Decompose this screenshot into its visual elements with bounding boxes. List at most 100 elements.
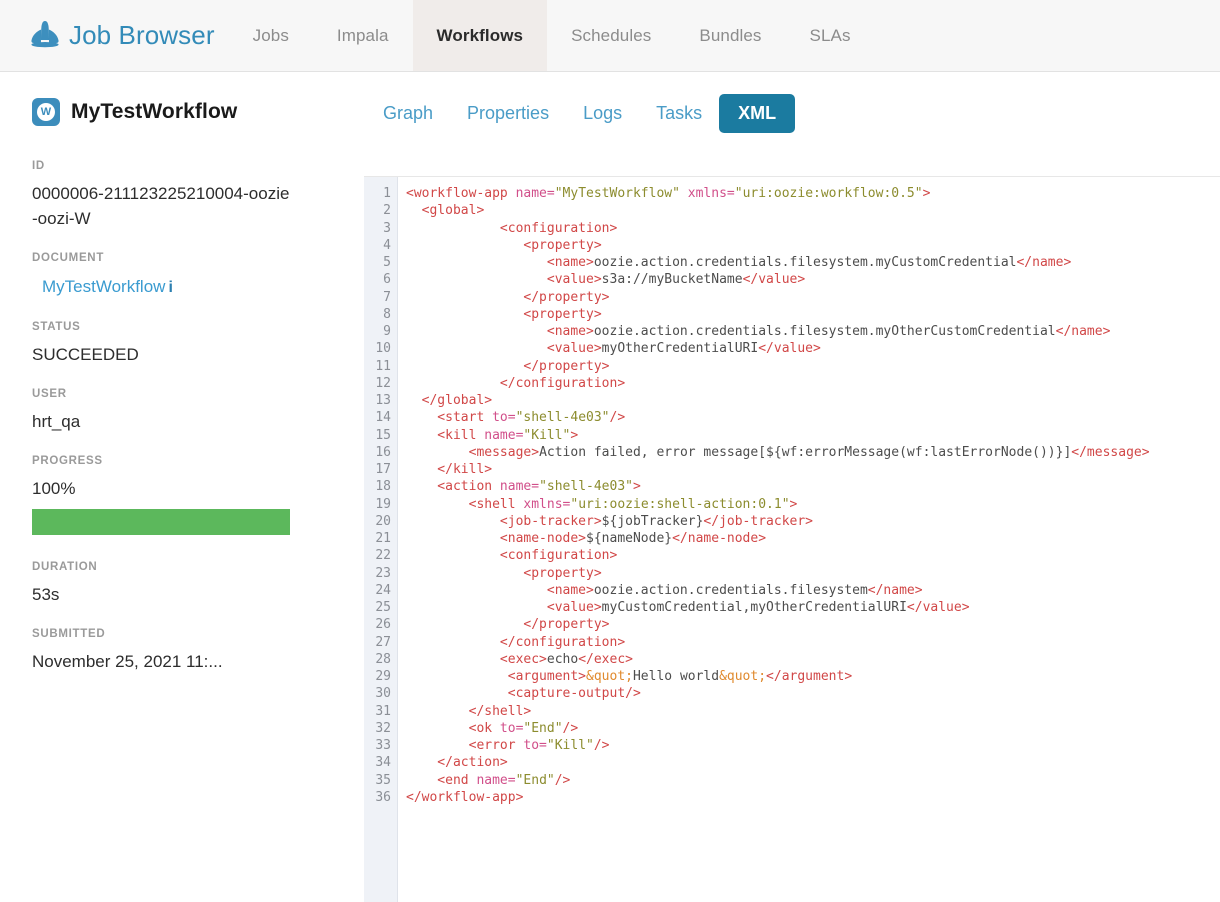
xml-code-viewer[interactable]: 1234567891011121314151617181920212223242…	[364, 176, 1220, 902]
code-line: <capture-output/>	[406, 685, 1220, 702]
code-token: <exec>	[406, 652, 547, 667]
code-token: <name>	[406, 583, 594, 598]
code-line: <action name="shell-4e03">	[406, 478, 1220, 495]
code-token: name=	[476, 773, 515, 788]
line-number: 13	[364, 392, 397, 409]
field-duration: DURATION 53s	[32, 561, 352, 607]
code-line: </kill>	[406, 461, 1220, 478]
code-token: oozie.action.credentials.filesystem.myCu…	[594, 255, 1017, 270]
code-token: Hello world	[633, 669, 719, 684]
code-line: </property>	[406, 358, 1220, 375]
code-token: </name>	[1056, 324, 1111, 339]
code-token: "uri:oozie:shell-action:0.1"	[570, 497, 789, 512]
line-number-gutter: 1234567891011121314151617181920212223242…	[364, 177, 398, 902]
tab-xml[interactable]: XML	[719, 94, 795, 133]
code-token: <start	[406, 410, 492, 425]
code-token: to=	[523, 738, 546, 753]
line-number: 17	[364, 461, 397, 478]
code-token: </value>	[907, 600, 970, 615]
nav-tab-bundles[interactable]: Bundles	[675, 0, 785, 71]
code-token: </name>	[868, 583, 923, 598]
code-token: ${nameNode}	[586, 531, 672, 546]
tab-graph[interactable]: Graph	[366, 95, 450, 132]
code-token: Action failed, error message[${wf:errorM…	[539, 445, 1071, 460]
tab-logs[interactable]: Logs	[566, 95, 639, 132]
code-token: <argument>	[406, 669, 586, 684]
code-token: &quot;	[719, 669, 766, 684]
line-number: 5	[364, 254, 397, 271]
code-token: </property>	[406, 359, 610, 374]
tab-properties[interactable]: Properties	[450, 95, 566, 132]
line-number: 1	[364, 185, 397, 202]
code-token: xmlns=	[523, 497, 570, 512]
code-token: />	[563, 721, 579, 736]
line-number: 3	[364, 220, 397, 237]
code-token: <message>	[406, 445, 539, 460]
code-line: <name>oozie.action.credentials.filesyste…	[406, 254, 1220, 271]
nav-tab-slas[interactable]: SLAs	[786, 0, 875, 71]
line-number: 24	[364, 582, 397, 599]
code-token: myCustomCredential,myOtherCredentialURI	[602, 600, 907, 615]
code-token: <shell	[406, 497, 523, 512]
code-token: <job-tracker>	[406, 514, 602, 529]
code-token: <name-node>	[406, 531, 586, 546]
code-line: <configuration>	[406, 220, 1220, 237]
line-number: 22	[364, 547, 397, 564]
line-number: 20	[364, 513, 397, 530]
code-token: to=	[500, 721, 523, 736]
code-token: ${jobTracker}	[602, 514, 704, 529]
code-token: </property>	[406, 290, 610, 305]
code-token: >	[923, 186, 931, 201]
code-line: <start to="shell-4e03"/>	[406, 409, 1220, 426]
line-number: 7	[364, 289, 397, 306]
brand-title: Job Browser	[69, 20, 215, 51]
line-number: 18	[364, 478, 397, 495]
code-line: <configuration>	[406, 547, 1220, 564]
nav-tab-schedules[interactable]: Schedules	[547, 0, 675, 71]
line-number: 36	[364, 789, 397, 806]
progress-value: 100%	[32, 476, 294, 501]
nav-tab-impala[interactable]: Impala	[313, 0, 413, 71]
tab-tasks[interactable]: Tasks	[639, 95, 719, 132]
brand-logo[interactable]: Job Browser	[0, 0, 229, 71]
line-number: 15	[364, 427, 397, 444]
line-number: 16	[364, 444, 397, 461]
document-link[interactable]: MyTestWorkflow	[32, 277, 165, 296]
line-number: 19	[364, 496, 397, 513]
field-id-value: 0000006-211123225210004-oozie-oozi-W	[32, 181, 294, 231]
code-token: </property>	[406, 617, 610, 632]
field-user-label: USER	[32, 388, 352, 400]
line-number: 31	[364, 703, 397, 720]
nav-tab-workflows[interactable]: Workflows	[413, 0, 548, 71]
line-number: 25	[364, 599, 397, 616]
code-line: <kill name="Kill">	[406, 427, 1220, 444]
code-token: oozie.action.credentials.filesystem	[594, 583, 868, 598]
code-line: <name>oozie.action.credentials.filesyste…	[406, 323, 1220, 340]
code-token: </configuration>	[406, 635, 625, 650]
code-token: />	[594, 738, 610, 753]
xml-code-content[interactable]: <workflow-app name="MyTestWorkflow" xmln…	[398, 177, 1220, 902]
line-number: 9	[364, 323, 397, 340]
code-token: <value>	[406, 272, 602, 287]
nav-tab-jobs[interactable]: Jobs	[229, 0, 313, 71]
line-number: 28	[364, 651, 397, 668]
field-submitted: SUBMITTED November 25, 2021 11:...	[32, 628, 352, 674]
line-number: 2	[364, 202, 397, 219]
workflow-badge-icon: W	[32, 98, 60, 126]
line-number: 32	[364, 720, 397, 737]
line-number: 26	[364, 616, 397, 633]
line-number: 34	[364, 754, 397, 771]
code-token: name=	[516, 186, 555, 201]
code-token: <property>	[406, 238, 602, 253]
line-number: 4	[364, 237, 397, 254]
field-status-label: STATUS	[32, 321, 352, 333]
line-number: 8	[364, 306, 397, 323]
code-token: </name-node>	[672, 531, 766, 546]
code-token: <property>	[406, 307, 602, 322]
info-icon[interactable]: i	[168, 279, 172, 296]
field-id-label: ID	[32, 160, 352, 172]
line-number: 29	[364, 668, 397, 685]
field-id: ID 0000006-211123225210004-oozie-oozi-W	[32, 160, 352, 231]
code-token: </job-tracker>	[703, 514, 813, 529]
line-number: 6	[364, 271, 397, 288]
